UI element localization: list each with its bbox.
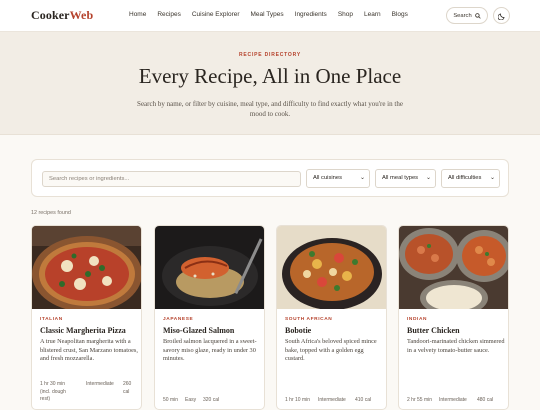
header-search-label: Search	[453, 12, 472, 19]
nav-link-blogs[interactable]: Blogs	[392, 11, 408, 18]
nav-link-meal-types[interactable]: Meal Types	[251, 11, 284, 18]
header-search-button[interactable]: Search	[446, 7, 488, 24]
cuisine-select[interactable]: All cuisines ⌄	[306, 169, 370, 188]
results-count: 12 recipes found	[31, 210, 71, 216]
nav-link-learn[interactable]: Learn	[364, 11, 381, 18]
nav-link-ingredients[interactable]: Ingredients	[295, 11, 327, 18]
chevron-down-icon: ⌄	[489, 175, 495, 181]
recipe-card[interactable]: SOUTH AFRICAN Bobotie South Africa's bel…	[276, 225, 387, 410]
recipe-calories: 410 cal	[355, 397, 372, 403]
recipe-time: 1 hr 30 min (incl. dough rest)	[40, 381, 66, 402]
recipe-difficulty: Intermediate	[318, 397, 346, 403]
hero-subtitle: Search by name, or filter by cuisine, me…	[137, 100, 403, 118]
recipe-difficulty: Intermediate	[86, 381, 114, 387]
nav-link-home[interactable]: Home	[129, 11, 146, 18]
recipe-time: 2 hr 55 min	[407, 397, 433, 403]
moon-icon	[497, 13, 504, 20]
recipe-title[interactable]: Miso-Glazed Salmon	[163, 326, 234, 335]
recipe-image	[155, 226, 264, 309]
page-title: Every Recipe, All in One Place	[138, 64, 402, 88]
recipe-cuisine: JAPANESE	[163, 317, 194, 322]
recipe-description: Tandoori-marinated chicken simmered in a…	[407, 338, 505, 354]
theme-toggle-button[interactable]	[493, 7, 510, 24]
brand-name-part1: Cooker	[31, 8, 70, 22]
brand-logo[interactable]: CookerWeb	[31, 8, 93, 23]
recipe-card[interactable]: INDIAN Butter Chicken Tandoori-marinated…	[398, 225, 509, 410]
recipe-cuisine: SOUTH AFRICAN	[285, 317, 333, 322]
difficulty-select[interactable]: All difficulties ⌄	[441, 169, 500, 188]
recipe-difficulty: Easy	[185, 397, 197, 403]
recipe-image	[277, 226, 386, 309]
difficulty-select-value: All difficulties	[448, 175, 482, 181]
nav-link-recipes[interactable]: Recipes	[157, 11, 180, 18]
hero-section: RECIPE DIRECTORY Every Recipe, All in On…	[0, 32, 540, 135]
recipe-card[interactable]: ITALIAN Classic Margherita Pizza A true …	[31, 225, 142, 410]
hero-eyebrow: RECIPE DIRECTORY	[239, 52, 301, 58]
recipe-image	[399, 226, 508, 309]
recipe-time: 1 hr 10 min	[285, 397, 311, 403]
recipe-calories: 260 cal	[123, 381, 132, 395]
recipe-image	[32, 226, 141, 309]
cuisine-select-value: All cuisines	[313, 175, 342, 181]
top-navigation: CookerWeb Home Recipes Cuisine Explorer …	[0, 0, 540, 32]
meal-type-select-value: All meal types	[382, 175, 419, 181]
recipe-time: 50 min	[163, 397, 179, 403]
meal-type-select[interactable]: All meal types ⌄	[375, 169, 436, 188]
recipe-calories: 320 cal	[203, 397, 220, 403]
chevron-down-icon: ⌄	[359, 175, 365, 181]
search-icon	[474, 12, 481, 19]
recipe-title[interactable]: Bobotie	[285, 326, 311, 335]
recipe-cuisine: ITALIAN	[40, 317, 63, 322]
recipe-cuisine: INDIAN	[407, 317, 428, 322]
recipe-calories: 480 cal	[477, 397, 494, 403]
recipe-card[interactable]: JAPANESE Miso-Glazed Salmon Broiled salm…	[154, 225, 265, 410]
recipe-description: Broiled salmon lacquered in a sweet-savo…	[163, 338, 257, 363]
recipe-title[interactable]: Butter Chicken	[407, 326, 460, 335]
main-nav: Home Recipes Cuisine Explorer Meal Types…	[129, 11, 419, 18]
recipe-difficulty: Intermediate	[439, 397, 467, 403]
filter-bar: Search recipes or ingredients... All cui…	[31, 159, 509, 197]
nav-link-shop[interactable]: Shop	[338, 11, 353, 18]
recipe-description: South Africa's beloved spiced mince bake…	[285, 338, 377, 363]
recipe-description: A true Neapolitan margherita with a blis…	[40, 338, 138, 363]
recipe-title[interactable]: Classic Margherita Pizza	[40, 326, 126, 335]
chevron-down-icon: ⌄	[425, 175, 431, 181]
nav-link-cuisine-explorer[interactable]: Cuisine Explorer	[192, 11, 240, 18]
brand-name-part2: Web	[69, 8, 94, 22]
recipe-search-input[interactable]: Search recipes or ingredients...	[42, 171, 301, 187]
